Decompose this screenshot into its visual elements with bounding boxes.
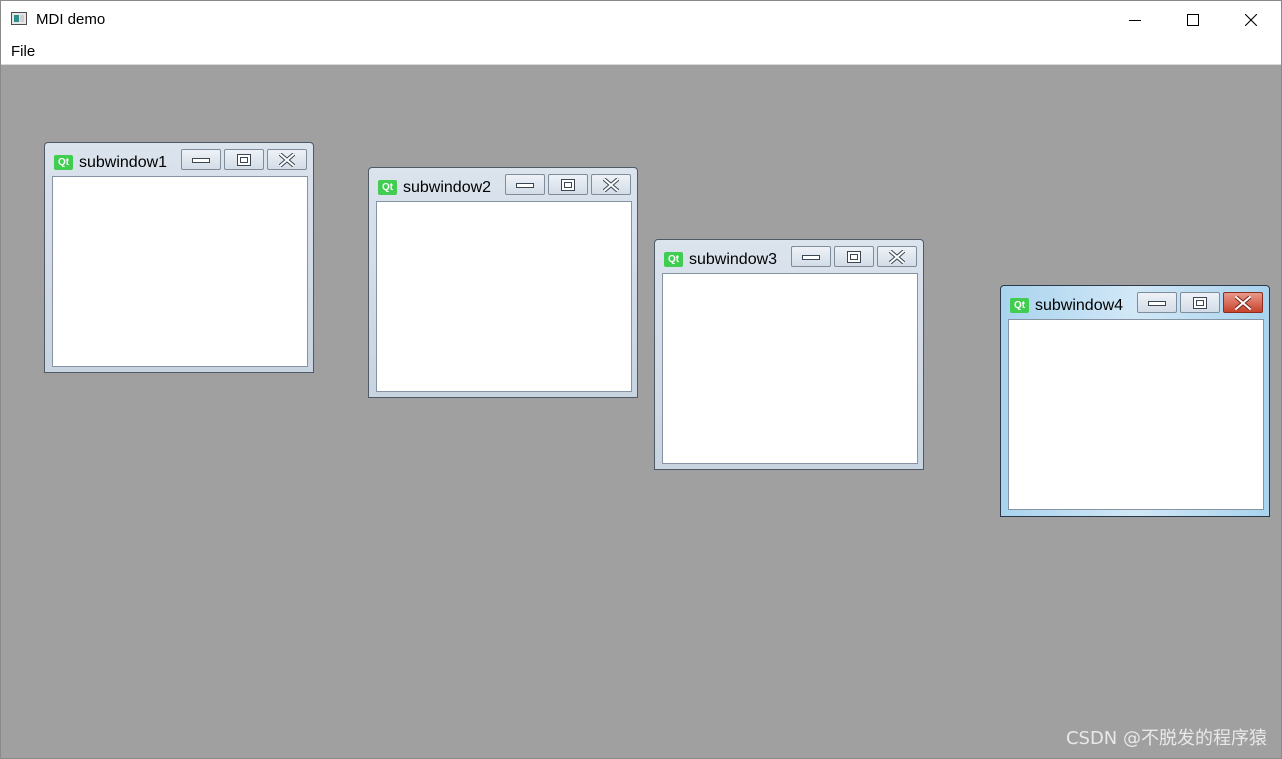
minimize-icon <box>1148 300 1166 306</box>
subwindow-title: subwindow2 <box>403 179 492 196</box>
app-window-icon <box>11 12 27 25</box>
subwindow-minimize-button[interactable] <box>505 174 545 195</box>
restore-icon <box>237 153 251 166</box>
main-window: MDI demo File Qt subwindow1 Qt subwindow… <box>0 0 1282 759</box>
mdi-area[interactable]: Qt subwindow1 Qt subwindow2 Qt subwindow… <box>1 65 1281 758</box>
close-button[interactable] <box>1222 1 1280 38</box>
subwindow-minimize-button[interactable] <box>791 246 831 267</box>
window-title: MDI demo <box>36 11 106 28</box>
minimize-icon <box>1129 19 1141 21</box>
close-icon <box>1235 295 1251 310</box>
subwindow-content[interactable] <box>662 273 918 464</box>
restore-icon <box>1193 296 1207 309</box>
subwindow-4[interactable]: Qt subwindow4 <box>1000 285 1270 517</box>
subwindow-close-button[interactable] <box>591 174 631 195</box>
restore-icon <box>561 178 575 191</box>
subwindow-close-button[interactable] <box>877 246 917 267</box>
subwindow-title: subwindow4 <box>1035 297 1124 314</box>
restore-icon <box>847 250 861 263</box>
qt-logo-icon: Qt <box>378 180 397 195</box>
maximize-icon <box>1187 13 1199 26</box>
subwindow-content[interactable] <box>52 176 308 367</box>
subwindow-maximize-button[interactable] <box>224 149 264 170</box>
subwindow-title: subwindow1 <box>79 154 168 171</box>
subwindow-title: subwindow3 <box>689 251 778 268</box>
subwindow-maximize-button[interactable] <box>1180 292 1220 313</box>
subwindow-1[interactable]: Qt subwindow1 <box>44 142 314 373</box>
minimize-icon <box>192 157 210 163</box>
subwindow-close-button[interactable] <box>267 149 307 170</box>
subwindow-close-button[interactable] <box>1223 292 1263 313</box>
maximize-button[interactable] <box>1164 1 1222 38</box>
minimize-icon <box>516 182 534 188</box>
menu-file[interactable]: File <box>10 43 36 60</box>
minimize-icon <box>802 254 820 260</box>
subwindow-maximize-button[interactable] <box>834 246 874 267</box>
qt-logo-icon: Qt <box>664 252 683 267</box>
title-bar[interactable]: MDI demo <box>1 1 1281 38</box>
subwindow-content[interactable] <box>1008 319 1264 510</box>
close-icon <box>889 249 905 264</box>
subwindow-maximize-button[interactable] <box>548 174 588 195</box>
watermark: CSDN @不脱发的程序猿 <box>1065 728 1267 749</box>
close-icon <box>1245 13 1257 26</box>
close-icon <box>279 152 295 167</box>
subwindow-minimize-button[interactable] <box>181 149 221 170</box>
close-icon <box>603 177 619 192</box>
qt-logo-icon: Qt <box>1010 298 1029 313</box>
subwindow-minimize-button[interactable] <box>1137 292 1177 313</box>
menu-bar: File <box>1 38 1281 65</box>
subwindow-3[interactable]: Qt subwindow3 <box>654 239 924 470</box>
subwindow-content[interactable] <box>376 201 632 392</box>
qt-logo-icon: Qt <box>54 155 73 170</box>
subwindow-2[interactable]: Qt subwindow2 <box>368 167 638 398</box>
minimize-button[interactable] <box>1106 1 1164 38</box>
